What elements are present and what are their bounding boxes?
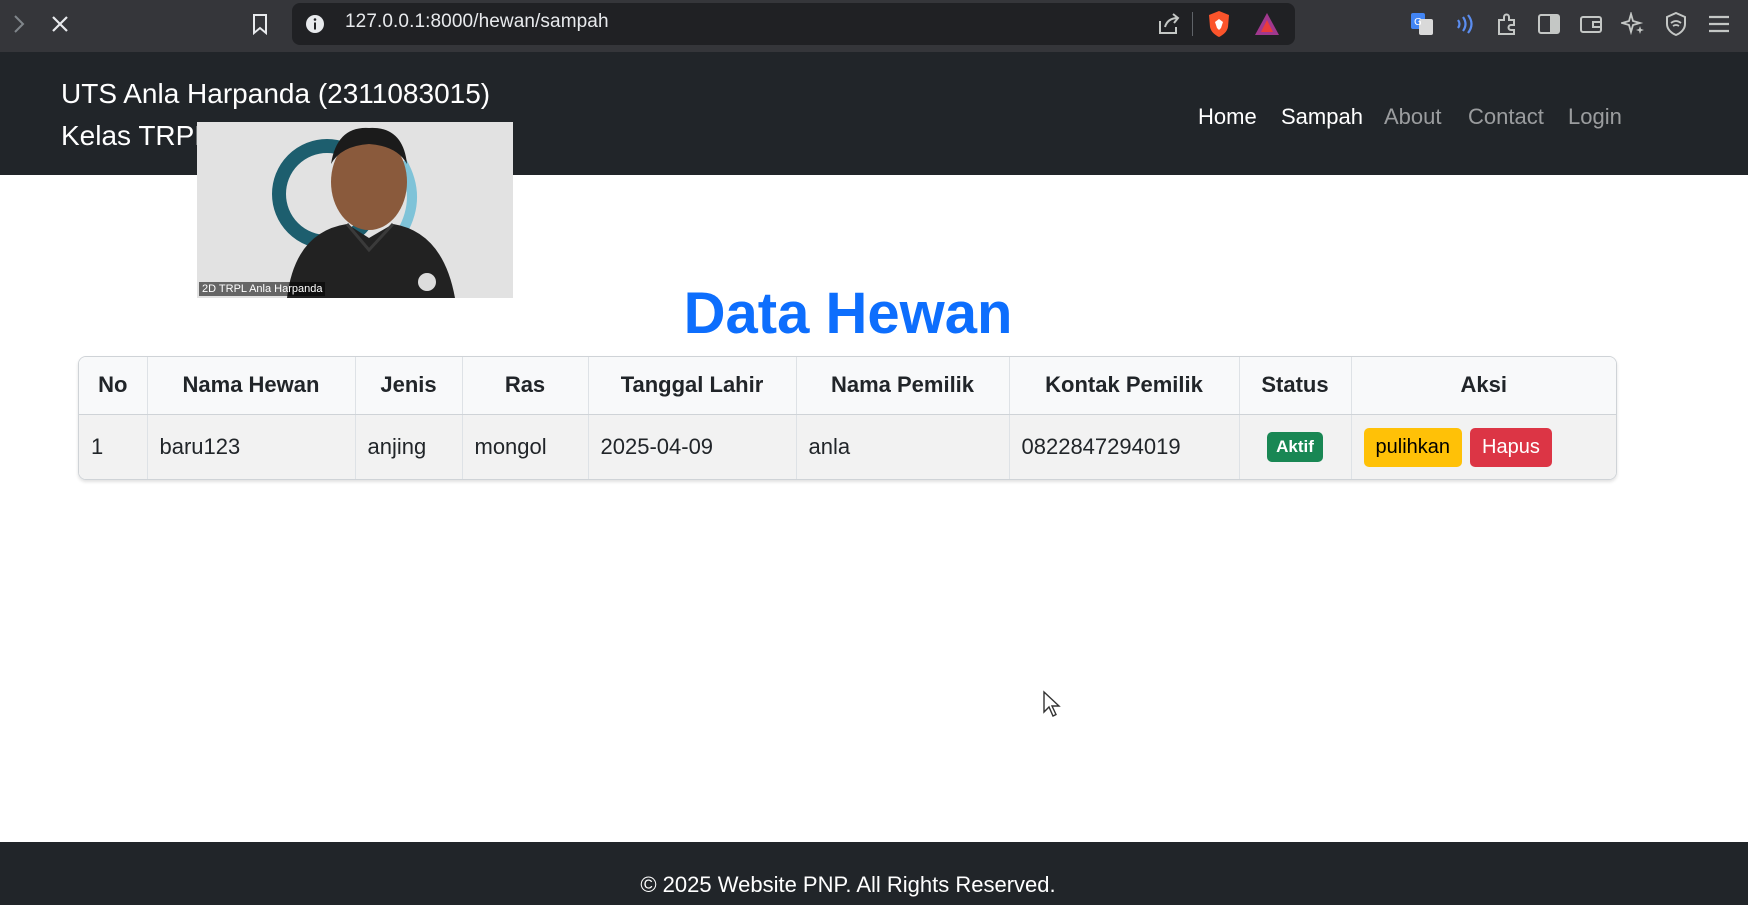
nav-link-about[interactable]: About	[1384, 104, 1442, 130]
nav-link-sampah[interactable]: Sampah	[1281, 104, 1363, 130]
column-header-tanggal-lahir: Tanggal Lahir	[588, 357, 797, 415]
column-header-status: Status	[1239, 357, 1352, 415]
animals-table: No Nama Hewan Jenis Ras Tanggal Lahir Na…	[79, 357, 1616, 479]
vpn-icon[interactable]	[1663, 11, 1689, 37]
svg-text:G: G	[1414, 17, 1422, 28]
navbar-brand-subtitle: Kelas TRPL	[61, 120, 210, 151]
column-header-nama-pemilik: Nama Pemilik	[796, 357, 1010, 415]
cell-status: Aktif	[1239, 414, 1352, 479]
nav-link-login[interactable]: Login	[1568, 104, 1622, 130]
column-header-no: No	[79, 357, 148, 415]
extensions-icon[interactable]	[1494, 11, 1520, 37]
page-title: Data Hewan	[683, 281, 1013, 346]
menu-icon[interactable]	[1706, 11, 1732, 37]
webcam-overlay: 2D TRPL Anla Harpanda	[197, 122, 513, 298]
nav-link-contact[interactable]: Contact	[1468, 104, 1544, 130]
nav-link-home[interactable]: Home	[1198, 104, 1257, 130]
cell-tanggal-lahir: 2025-04-09	[588, 414, 797, 479]
cell-nama-pemilik: anla	[796, 414, 1010, 479]
column-header-nama-hewan: Nama Hewan	[147, 357, 356, 415]
cell-nama-hewan: baru123	[147, 414, 356, 479]
forward-icon[interactable]	[8, 12, 30, 36]
cell-ras: mongol	[462, 414, 589, 479]
mouse-cursor-icon	[1042, 690, 1062, 723]
column-header-ras: Ras	[462, 357, 589, 415]
cell-aksi: pulihkan Hapus	[1351, 414, 1616, 479]
footer-copyright: © 2025 Website PNP. All Rights Reserved.	[640, 872, 1056, 897]
bookmark-icon[interactable]	[248, 11, 272, 37]
cell-no: 1	[79, 414, 148, 479]
column-header-jenis: Jenis	[355, 357, 463, 415]
restore-button[interactable]: pulihkan	[1363, 427, 1463, 467]
webcam-video-frame	[197, 122, 513, 298]
navbar-brand-title[interactable]: UTS Anla Harpanda (2311083015)	[61, 78, 490, 110]
toolbar-divider	[1192, 12, 1193, 36]
translate-icon[interactable]: G	[1409, 11, 1435, 37]
table-header-row: No Nama Hewan Jenis Ras Tanggal Lahir Na…	[79, 357, 1616, 415]
column-header-kontak-pemilik: Kontak Pemilik	[1009, 357, 1240, 415]
delete-button[interactable]: Hapus	[1470, 427, 1552, 467]
share-icon[interactable]	[1156, 11, 1182, 37]
brave-rewards-icon[interactable]	[1252, 10, 1282, 38]
browser-toolbar: 127.0.0.1:8000/hewan/sampah G	[0, 0, 1748, 52]
site-info-icon[interactable]	[304, 13, 326, 35]
table-row: 1 baru123 anjing mongol 2025-04-09 anla …	[79, 414, 1616, 479]
site-footer: © 2025 Website PNP. All Rights Reserved.	[0, 842, 1748, 905]
column-header-aksi: Aksi	[1351, 357, 1616, 415]
stop-loading-icon[interactable]	[48, 12, 72, 36]
cell-jenis: anjing	[355, 414, 463, 479]
data-table-container: No Nama Hewan Jenis Ras Tanggal Lahir Na…	[78, 356, 1617, 480]
cell-kontak-pemilik: 0822847294019	[1009, 414, 1240, 479]
wallet-icon[interactable]	[1578, 11, 1604, 37]
brave-shields-icon[interactable]	[1204, 9, 1234, 39]
status-badge: Aktif	[1267, 432, 1323, 463]
leo-ai-icon[interactable]	[1620, 11, 1646, 37]
url-text[interactable]: 127.0.0.1:8000/hewan/sampah	[345, 11, 609, 33]
sidebar-icon[interactable]	[1536, 11, 1562, 37]
speech-icon[interactable]	[1452, 11, 1478, 37]
